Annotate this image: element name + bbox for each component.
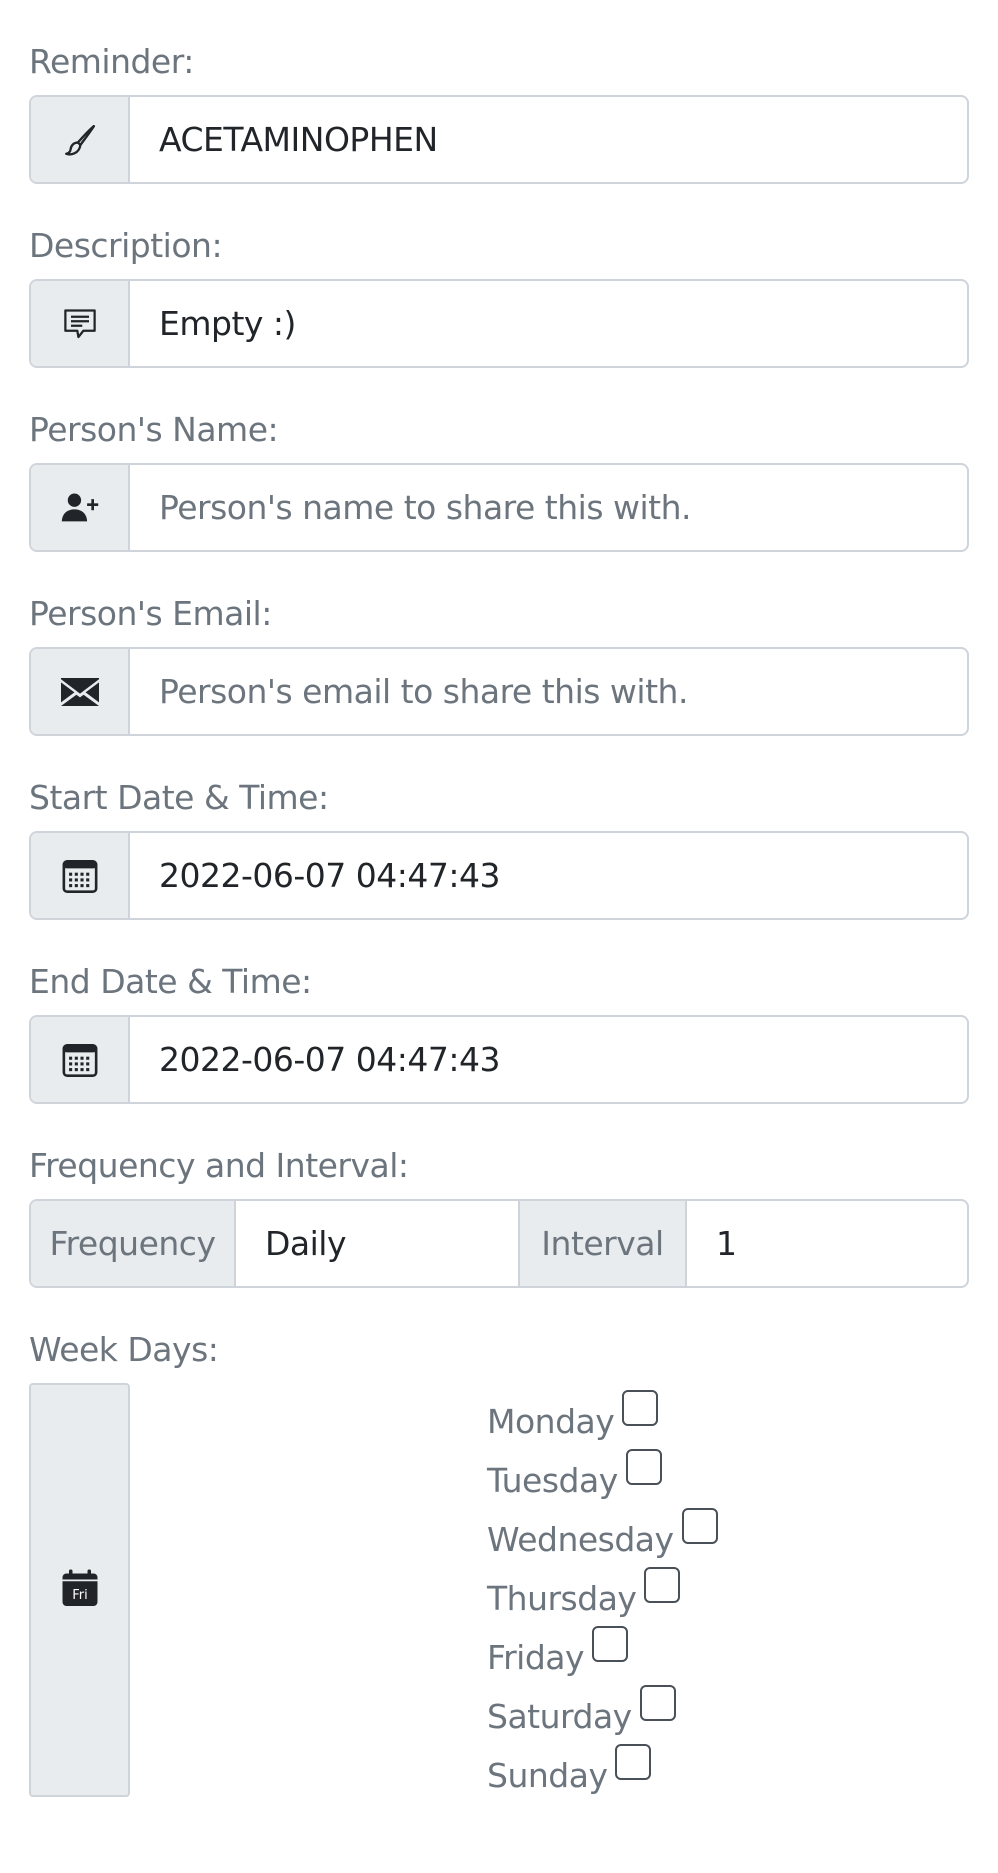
envelope-icon <box>60 676 100 708</box>
tuesday-checkbox[interactable] <box>625 1449 662 1485</box>
sunday-checkbox[interactable] <box>615 1744 652 1780</box>
description-input-group <box>29 279 969 368</box>
start-datetime-label: Start Date & Time: <box>29 778 329 817</box>
end-datetime-input[interactable] <box>130 1017 967 1102</box>
description-addon <box>31 281 130 366</box>
person-name-input[interactable] <box>130 465 967 550</box>
person-email-input[interactable] <box>130 649 967 734</box>
week-day-saturday: Saturday <box>487 1678 718 1737</box>
reminder-addon <box>31 97 130 182</box>
week-days-addon: Fri <box>29 1383 130 1797</box>
person-email-addon <box>31 649 130 734</box>
week-day-label: Monday <box>487 1402 615 1441</box>
person-email-label: Person's Email: <box>29 594 272 633</box>
week-days-group: Fri Monday Tuesday Wednesday Thursday Fr… <box>29 1383 969 1797</box>
end-datetime-input-group <box>29 1015 969 1104</box>
week-day-friday: Friday <box>487 1619 718 1678</box>
week-day-list: Monday Tuesday Wednesday Thursday Friday… <box>487 1383 718 1796</box>
reminder-form: Reminder: Description: <box>29 0 969 1797</box>
person-name-addon <box>31 465 130 550</box>
interval-label: Interval <box>518 1201 687 1286</box>
week-day-monday: Monday <box>487 1383 718 1442</box>
end-datetime-label: End Date & Time: <box>29 962 312 1001</box>
description-label: Description: <box>29 226 223 265</box>
person-name-input-group <box>29 463 969 552</box>
calendar-icon <box>61 857 99 895</box>
week-day-tuesday: Tuesday <box>487 1442 718 1501</box>
week-days-label: Week Days: <box>29 1330 219 1369</box>
person-plus-icon <box>60 490 100 526</box>
week-day-sunday: Sunday <box>487 1737 718 1796</box>
saturday-checkbox[interactable] <box>639 1685 676 1721</box>
reminder-label: Reminder: <box>29 42 194 81</box>
thursday-checkbox[interactable] <box>644 1567 681 1603</box>
interval-input[interactable]: 1 <box>687 1201 967 1286</box>
week-day-label: Friday <box>487 1638 585 1677</box>
start-datetime-input[interactable] <box>130 833 967 918</box>
week-day-wednesday: Wednesday <box>487 1501 718 1560</box>
person-email-input-group <box>29 647 969 736</box>
frequency-interval-group: Frequency Daily Interval 1 <box>29 1199 969 1288</box>
reminder-input[interactable] <box>130 97 967 182</box>
end-datetime-addon <box>31 1017 130 1102</box>
week-day-label: Sunday <box>487 1756 608 1795</box>
friday-checkbox[interactable] <box>592 1626 629 1662</box>
description-input[interactable] <box>130 281 967 366</box>
start-datetime-input-group <box>29 831 969 920</box>
reminder-input-group <box>29 95 969 184</box>
start-datetime-addon <box>31 833 130 918</box>
person-name-label: Person's Name: <box>29 410 279 449</box>
calendar-day-icon: Fri <box>60 1568 100 1612</box>
week-day-label: Tuesday <box>487 1461 618 1500</box>
frequency-select[interactable]: Daily <box>236 1201 518 1286</box>
calendar-icon <box>61 1041 99 1079</box>
frequency-label: Frequency <box>31 1201 236 1286</box>
week-day-label: Thursday <box>487 1579 637 1618</box>
week-day-label: Saturday <box>487 1697 632 1736</box>
monday-checkbox[interactable] <box>622 1390 659 1426</box>
frequency-interval-label: Frequency and Interval: <box>29 1146 409 1185</box>
brush-icon <box>63 123 97 157</box>
week-day-label: Wednesday <box>487 1520 674 1559</box>
week-day-thursday: Thursday <box>487 1560 718 1619</box>
wednesday-checkbox[interactable] <box>681 1508 718 1544</box>
chat-icon <box>62 306 98 342</box>
calendar-day-icon-text: Fri <box>72 1588 88 1603</box>
